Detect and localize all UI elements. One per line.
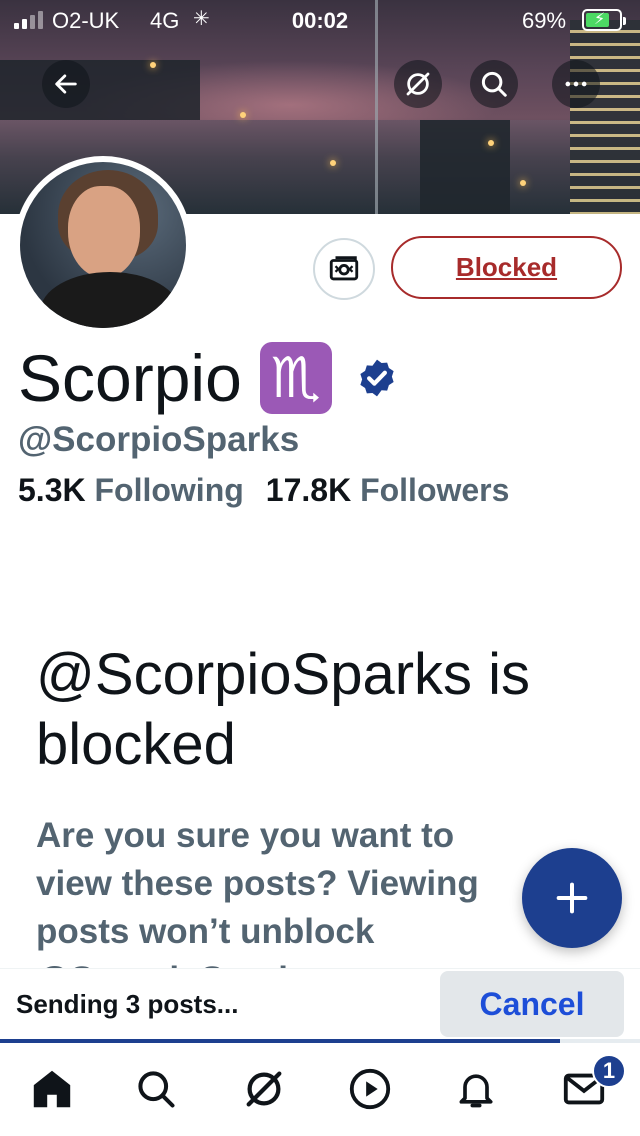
blocked-notice-description: Are you sure you want to view these post… <box>36 816 479 968</box>
battery-icon: ⚡ <box>582 9 626 31</box>
tab-notifications[interactable] <box>448 1061 504 1117</box>
followers-label: Followers <box>360 472 510 508</box>
followers-link[interactable]: 17.8K Followers <box>266 472 510 509</box>
search-icon <box>481 71 507 97</box>
home-icon <box>33 1070 71 1108</box>
banner-buildings-right <box>570 20 640 214</box>
sending-posts-bar: Sending 3 posts... Cancel <box>0 968 640 1042</box>
charging-bolt-icon: ⚡ <box>594 11 606 28</box>
grok-icon <box>406 72 430 96</box>
cancel-sending-button[interactable]: Cancel <box>440 971 624 1037</box>
banner-light <box>330 160 336 166</box>
search-button[interactable] <box>470 60 518 108</box>
blocked-button[interactable]: Blocked <box>391 236 622 299</box>
tab-home[interactable] <box>24 1061 80 1117</box>
avatar-photo <box>20 162 186 328</box>
status-bar: O2-UK 4G ✳ 00:02 69% ⚡ <box>0 0 640 40</box>
tab-grok[interactable] <box>236 1061 292 1117</box>
search-icon <box>138 1071 175 1108</box>
scorpio-emoji: ♏ <box>259 342 332 414</box>
back-arrow-icon <box>55 74 77 94</box>
banner-buildings-left <box>0 60 200 120</box>
banner-light <box>150 62 156 68</box>
blocked-notice-title: @ScorpioSparks is blocked <box>36 642 531 777</box>
bottom-tab-bar <box>0 1043 640 1136</box>
user-handle: @ScorpioSparks <box>18 420 300 459</box>
messages-badge: 1 <box>592 1054 626 1088</box>
avatar[interactable] <box>14 156 192 334</box>
back-button[interactable] <box>42 60 90 108</box>
following-link[interactable]: 5.3K Following <box>18 472 244 509</box>
banner-pier <box>420 120 510 214</box>
profile-name-row: Scorpio ♏ <box>18 340 398 416</box>
followers-count: 17.8K <box>265 472 352 508</box>
ticket-icon <box>329 256 359 281</box>
notifications-icon <box>459 1074 493 1108</box>
tab-video[interactable] <box>342 1061 398 1117</box>
compose-post-button[interactable] <box>522 848 622 948</box>
follow-stats: 5.3K Following 17.8K Followers <box>18 472 509 509</box>
grok-button[interactable] <box>394 60 442 108</box>
following-label: Following <box>94 472 244 508</box>
subscribe-button[interactable] <box>313 238 375 300</box>
more-button[interactable] <box>552 60 600 108</box>
video-icon <box>349 1068 391 1110</box>
grok-icon <box>246 1071 282 1107</box>
tab-search[interactable] <box>128 1061 184 1117</box>
display-name: Scorpio <box>18 341 242 415</box>
more-icon <box>565 81 587 87</box>
plus-icon <box>556 882 588 914</box>
sending-status-text: Sending 3 posts... <box>16 989 239 1019</box>
banner-light <box>488 140 494 146</box>
banner-light <box>240 112 246 118</box>
battery-percent: 69% <box>522 8 567 33</box>
verified-badge-icon[interactable] <box>356 357 398 399</box>
following-count: 5.3K <box>18 472 86 508</box>
banner-light <box>520 180 526 186</box>
